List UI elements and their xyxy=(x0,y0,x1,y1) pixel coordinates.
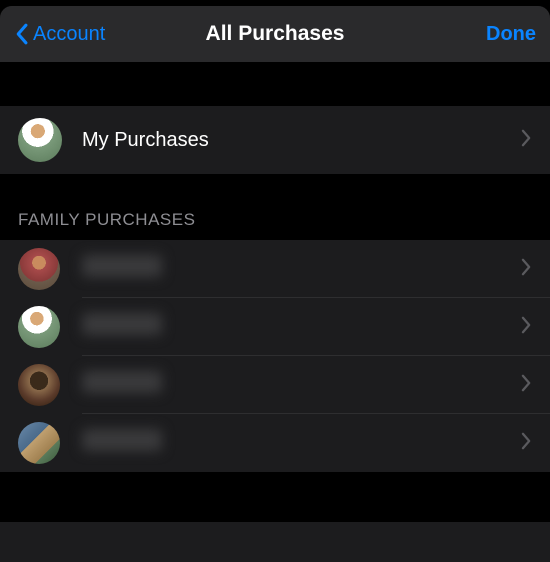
done-button[interactable]: Done xyxy=(486,23,536,46)
family-member-name xyxy=(82,255,521,283)
avatar xyxy=(18,422,60,464)
chevron-right-icon xyxy=(521,432,532,455)
chevron-right-icon xyxy=(521,374,532,397)
family-purchases-header: Family Purchases xyxy=(0,174,550,240)
family-member-row[interactable] xyxy=(0,298,550,356)
avatar xyxy=(18,118,62,162)
navigation-bar: Account All Purchases Done xyxy=(0,6,550,62)
back-button[interactable]: Account xyxy=(14,23,105,46)
back-label: Account xyxy=(33,23,105,46)
chevron-right-icon xyxy=(521,129,532,152)
family-member-name xyxy=(82,429,521,457)
avatar xyxy=(18,306,60,348)
row-label: My Purchases xyxy=(82,129,521,152)
chevron-right-icon xyxy=(521,258,532,281)
chevron-left-icon xyxy=(14,23,29,45)
family-member-name xyxy=(82,371,521,399)
avatar xyxy=(18,248,60,290)
chevron-right-icon xyxy=(521,316,532,339)
family-member-row[interactable] xyxy=(0,356,550,414)
content-area: My Purchases Family Purchases xyxy=(0,62,550,522)
family-member-row[interactable] xyxy=(0,414,550,472)
family-member-row[interactable] xyxy=(0,240,550,298)
my-purchases-row[interactable]: My Purchases xyxy=(0,106,550,174)
family-member-name xyxy=(82,313,521,341)
avatar xyxy=(18,364,60,406)
page-title: All Purchases xyxy=(206,22,345,46)
